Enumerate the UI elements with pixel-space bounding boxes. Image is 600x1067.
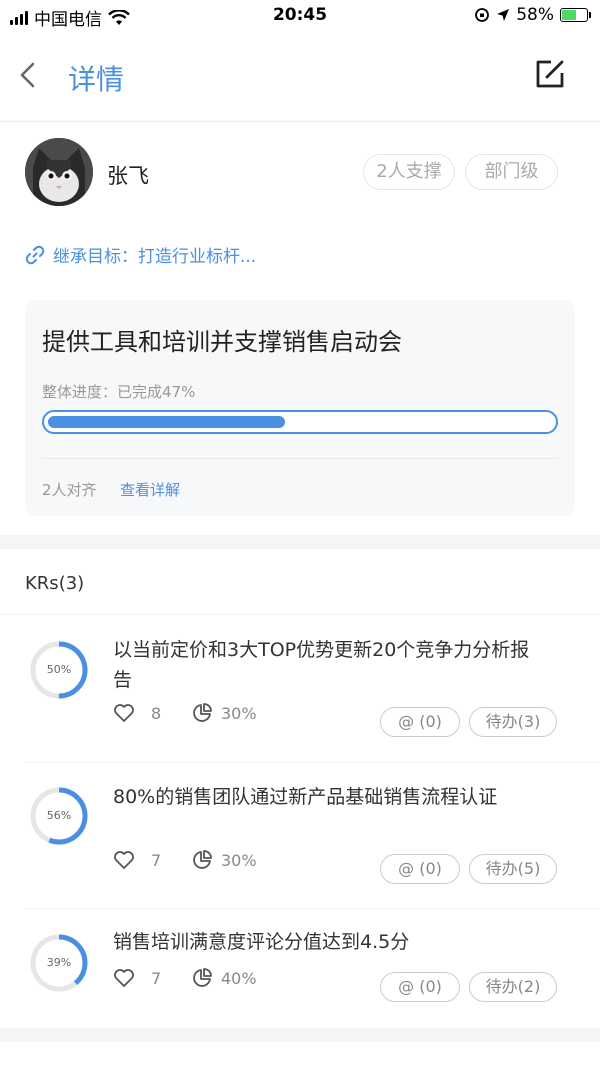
progress-bar <box>42 410 558 434</box>
link-icon <box>25 245 45 264</box>
kr-title: 销售培训满意度评论分值达到4.5分 <box>113 931 410 953</box>
battery-level <box>562 10 576 20</box>
todo-button[interactable]: 待办(2) <box>469 972 557 1002</box>
kr-meta: 7 30% <box>113 849 257 871</box>
kr-percent: 56% <box>46 809 72 822</box>
kr-progress-value: 30% <box>221 850 257 870</box>
kr-percent: 50% <box>46 663 72 676</box>
kr-percent: 39% <box>46 956 72 969</box>
like-count: 7 <box>151 850 162 870</box>
back-icon[interactable] <box>16 58 40 92</box>
section-gap <box>0 535 600 549</box>
align-count: 2人对齐 <box>42 481 97 499</box>
level-tag: 部门级 <box>465 154 558 190</box>
kr-progress-ring: 39% <box>29 933 89 993</box>
kr-progress-ring: 56% <box>29 786 89 846</box>
goal-card: 提供工具和培训并支撑销售启动会 整体进度：已完成47% 2人对齐 查看详解 <box>25 300 575 516</box>
mention-button[interactable]: @ (0) <box>380 854 460 884</box>
nav-bar: 详情 <box>0 40 600 122</box>
view-detail-link[interactable]: 查看详解 <box>120 479 180 500</box>
page-title: 详情 <box>68 63 125 96</box>
kr-item[interactable]: 50% 以当前定价和3大TOP优势更新20个竞争力分析报告 8 30% @ (0… <box>0 616 600 763</box>
battery-icon <box>560 8 591 22</box>
pie-chart-icon <box>193 968 212 987</box>
owner-row: 张飞 2人支撑 部门级 <box>25 138 575 206</box>
status-right: 58% <box>474 5 591 25</box>
inherit-text: 继承目标：打造行业标杆... <box>53 247 257 267</box>
battery-percent: 58% <box>516 5 554 25</box>
mention-button[interactable]: @ (0) <box>380 972 460 1002</box>
kr-item[interactable]: 39% 销售培训满意度评论分值达到4.5分 7 40% @ (0) 待办(2) <box>0 909 600 1028</box>
heart-icon[interactable] <box>113 849 135 871</box>
like-count: 7 <box>151 968 162 988</box>
heart-icon[interactable] <box>113 967 135 989</box>
krs-header: KRs(3) <box>0 549 600 615</box>
kr-item[interactable]: 56% 80%的销售团队通过新产品基础销售流程认证 7 30% @ (0) 待办… <box>0 763 600 909</box>
section-gap <box>0 1028 600 1042</box>
support-tag[interactable]: 2人支撑 <box>363 154 455 190</box>
goal-title: 提供工具和培训并支撑销售启动会 <box>42 328 402 356</box>
kr-title: 80%的销售团队通过新产品基础销售流程认证 <box>113 786 498 808</box>
pie-chart-icon <box>193 850 212 869</box>
mention-button[interactable]: @ (0) <box>380 707 460 737</box>
status-bar: 中国电信 20:45 58% <box>0 0 600 34</box>
kr-progress-value: 30% <box>221 703 257 723</box>
todo-button[interactable]: 待办(3) <box>469 707 557 737</box>
kr-progress-ring: 50% <box>29 640 89 700</box>
progress-fill <box>48 416 285 428</box>
kr-progress-value: 40% <box>221 968 257 988</box>
progress-label: 整体进度：已完成47% <box>42 383 196 401</box>
todo-button[interactable]: 待办(5) <box>469 854 557 884</box>
inherit-link[interactable]: 继承目标：打造行业标杆... <box>25 242 256 267</box>
location-icon <box>497 9 510 21</box>
owner-name: 张飞 <box>107 164 149 188</box>
avatar[interactable] <box>25 138 93 206</box>
kr-title: 以当前定价和3大TOP优势更新20个竞争力分析报告 <box>113 639 530 691</box>
kr-meta: 7 40% <box>113 967 257 989</box>
orientation-lock-icon <box>475 8 490 22</box>
krs-title: KRs(3) <box>25 573 85 594</box>
divider <box>42 458 558 459</box>
kr-meta: 8 30% <box>113 702 257 724</box>
pie-chart-icon <box>193 703 212 722</box>
heart-icon[interactable] <box>113 702 135 724</box>
like-count: 8 <box>151 703 162 723</box>
edit-icon[interactable] <box>534 58 566 90</box>
